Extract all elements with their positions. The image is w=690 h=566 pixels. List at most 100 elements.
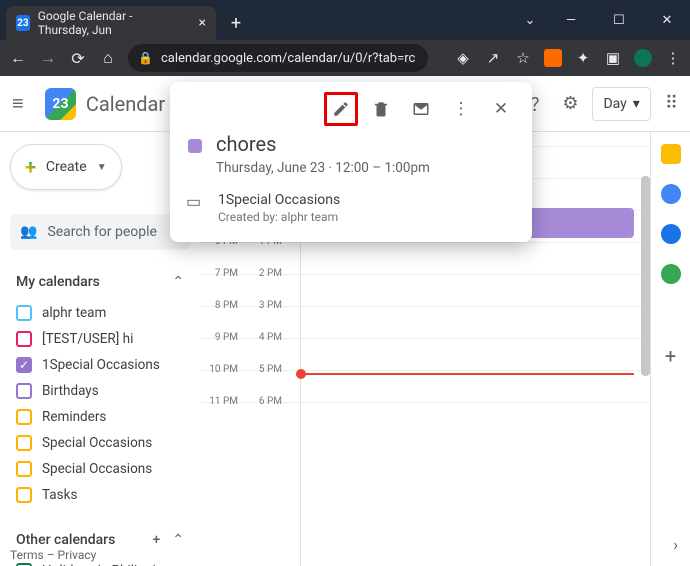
time-label-right: 3 PM: [244, 300, 288, 311]
google-apps-icon[interactable]: ⠿: [665, 93, 678, 114]
other-calendars-title: Other calendars: [16, 532, 115, 548]
contacts-icon[interactable]: [661, 224, 681, 244]
calendar-item[interactable]: Birthdays: [10, 378, 190, 404]
nav-back-icon[interactable]: ←: [8, 48, 28, 68]
calendar-label: Reminders: [42, 409, 106, 425]
side-panel: +: [650, 132, 690, 566]
trash-icon: [372, 100, 390, 118]
window-close-icon[interactable]: ✕: [644, 0, 690, 40]
calendar-checkbox[interactable]: [16, 331, 32, 347]
close-popup-button[interactable]: ✕: [484, 92, 518, 126]
time-label-left: 8 PM: [200, 300, 244, 311]
calendar-item[interactable]: Special Occasions: [10, 430, 190, 456]
time-label-right: 4 PM: [244, 332, 288, 343]
time-label-right: 2 PM: [244, 268, 288, 279]
browser-toolbar: ← → ⟳ ⌂ 🔒 calendar.google.com/calendar/u…: [0, 40, 690, 76]
kebab-icon[interactable]: ⋮: [664, 49, 682, 67]
url-text: calendar.google.com/calendar/u/0/r?tab=r…: [161, 51, 415, 66]
event-popup: ⋮ ✕ chores Thursday, June 23 · 12:00 – 1…: [170, 82, 532, 242]
time-label-left: 10 PM: [200, 364, 244, 375]
share-icon[interactable]: ↗: [484, 49, 502, 67]
popup-event-datetime: Thursday, June 23 · 12:00 – 1:00pm: [216, 160, 430, 176]
app-title: Calendar: [86, 92, 165, 116]
my-calendars-list: alphr team [TEST/USER] hi ✓ 1Special Occasi…: [10, 300, 190, 508]
calendar-checkbox[interactable]: [16, 487, 32, 503]
calendar-label: Tasks: [42, 487, 77, 503]
chevron-down-icon: ▾: [633, 96, 640, 112]
support-icon[interactable]: ？: [530, 91, 548, 117]
nav-forward-icon[interactable]: →: [38, 48, 58, 68]
window-minimize-icon[interactable]: —: [548, 0, 594, 40]
hide-panel-icon[interactable]: ›: [673, 535, 678, 554]
keep-icon[interactable]: [661, 144, 681, 164]
calendar-item[interactable]: alphr team: [10, 300, 190, 326]
my-calendars-header[interactable]: My calendars ⌃: [10, 270, 190, 294]
time-label-right: 6 PM: [244, 396, 288, 407]
calendar-item[interactable]: Tasks: [10, 482, 190, 508]
popup-created-by: Created by: alphr team: [218, 210, 340, 224]
calendar-checkbox[interactable]: [16, 383, 32, 399]
calendar-label: alphr team: [42, 305, 106, 321]
time-label-left: 9 PM: [200, 332, 244, 343]
window-dropdown-icon[interactable]: ⌄: [514, 0, 546, 40]
window-icon[interactable]: ▣: [604, 49, 622, 67]
maps-icon[interactable]: [661, 264, 681, 284]
plus-icon: +: [25, 155, 36, 179]
create-label: Create: [46, 159, 87, 175]
add-panel-icon[interactable]: +: [665, 344, 676, 368]
main-menu-icon[interactable]: ≡: [12, 91, 35, 116]
options-button[interactable]: ⋮: [444, 92, 478, 126]
window-maximize-icon[interactable]: ☐: [596, 0, 642, 40]
email-guests-button[interactable]: [404, 92, 438, 126]
add-calendar-icon[interactable]: +: [152, 532, 160, 548]
edit-event-button[interactable]: [324, 92, 358, 126]
scrollbar[interactable]: [641, 176, 650, 376]
extension-icon[interactable]: [544, 49, 562, 67]
time-row: 11 PM6 PM: [200, 402, 650, 434]
nav-reload-icon[interactable]: ⟳: [68, 48, 88, 68]
browser-extensions: ◈ ↗ ☆ ✦ ▣ ⋮: [454, 49, 682, 67]
chevron-up-icon: ⌃: [172, 274, 184, 290]
calendar-label: Special Occasions: [42, 435, 152, 451]
calendar-item[interactable]: Reminders: [10, 404, 190, 430]
now-indicator-dot: [296, 369, 306, 379]
calendar-label: Birthdays: [42, 383, 99, 399]
puzzle-icon[interactable]: ✦: [574, 49, 592, 67]
kebab-icon: ⋮: [453, 99, 470, 119]
calendar-checkbox[interactable]: ✓: [16, 357, 32, 373]
calendar-label: 1Special Occasions: [42, 357, 160, 373]
eye-icon[interactable]: ◈: [454, 49, 472, 67]
profile-avatar[interactable]: [634, 49, 652, 67]
tab-close-icon[interactable]: ×: [199, 15, 206, 31]
create-button[interactable]: + Create ▼: [10, 144, 122, 190]
tab-favicon: 23: [16, 15, 30, 31]
popup-event-title: chores: [216, 132, 430, 156]
calendar-checkbox[interactable]: [16, 409, 32, 425]
gear-icon[interactable]: ⚙: [562, 93, 578, 114]
popup-calendar-name: 1Special Occasions: [218, 192, 340, 208]
new-tab-button[interactable]: +: [222, 9, 250, 37]
chevron-down-icon: ▼: [97, 162, 107, 173]
calendar-item[interactable]: Special Occasions: [10, 456, 190, 482]
calendar-item[interactable]: ✓ 1Special Occasions: [10, 352, 190, 378]
delete-event-button[interactable]: [364, 92, 398, 126]
tasks-icon[interactable]: [661, 184, 681, 204]
view-label: Day: [603, 96, 626, 112]
calendar-item[interactable]: [TEST/USER] hi: [10, 326, 190, 352]
address-bar[interactable]: 🔒 calendar.google.com/calendar/u/0/r?tab…: [128, 44, 428, 72]
sidebar-footer[interactable]: Terms – Privacy: [10, 548, 96, 562]
search-people-input[interactable]: 👥 Search for people: [10, 214, 190, 250]
calendar-icon: ▭: [186, 192, 204, 211]
calendar-checkbox[interactable]: [16, 435, 32, 451]
browser-titlebar: 23 Google Calendar - Thursday, Jun × + ⌄…: [0, 0, 690, 40]
nav-home-icon[interactable]: ⌂: [98, 48, 118, 68]
calendar-checkbox[interactable]: [16, 305, 32, 321]
browser-tab[interactable]: 23 Google Calendar - Thursday, Jun ×: [6, 6, 216, 40]
calendar-checkbox[interactable]: [16, 461, 32, 477]
my-calendars-title: My calendars: [16, 274, 100, 290]
close-icon: ✕: [494, 99, 508, 119]
calendar-label: Special Occasions: [42, 461, 152, 477]
star-icon[interactable]: ☆: [514, 49, 532, 67]
view-selector[interactable]: Day ▾: [592, 87, 650, 121]
lock-icon: 🔒: [138, 51, 153, 65]
